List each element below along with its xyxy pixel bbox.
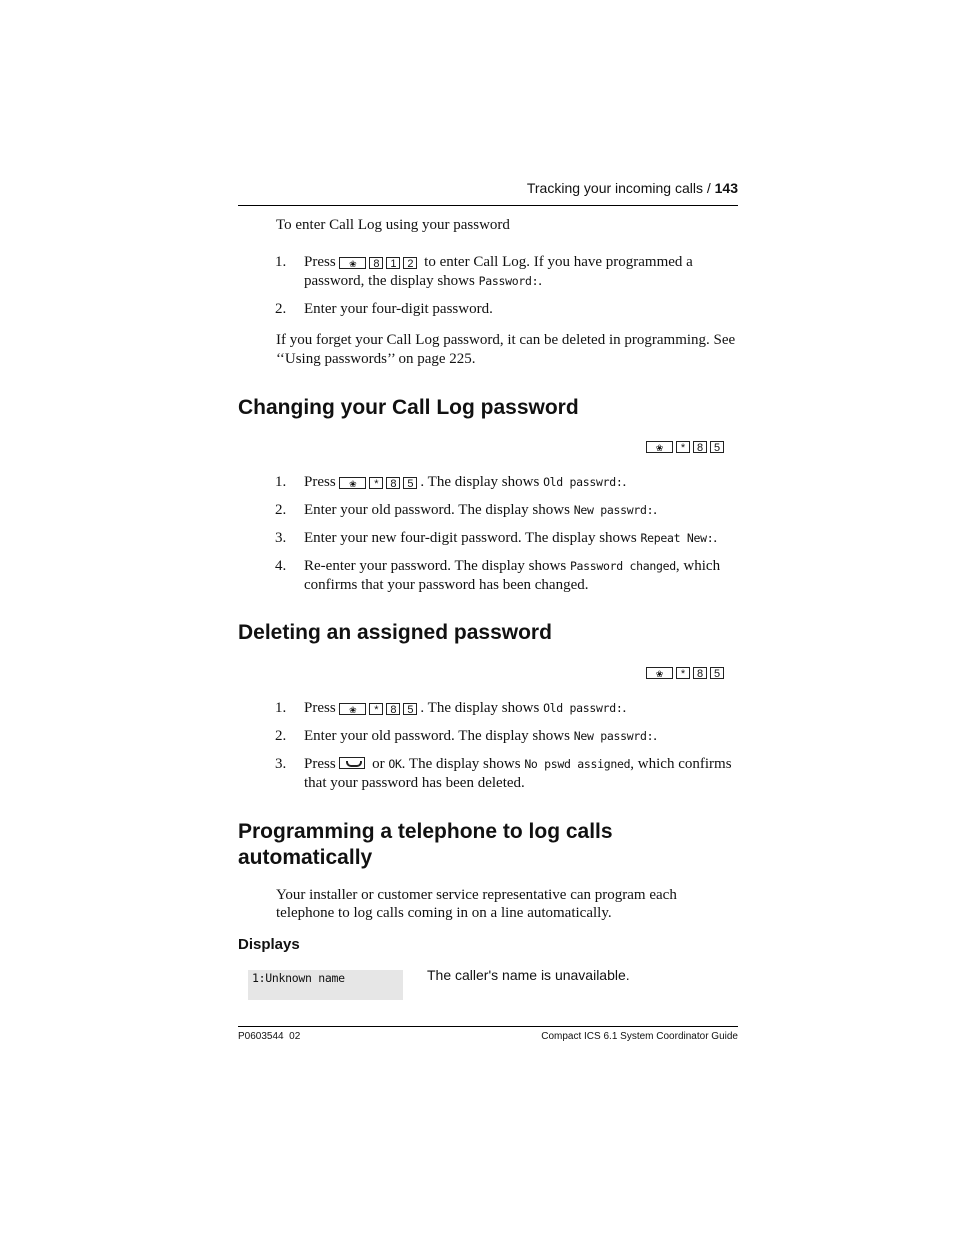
punctuation: . xyxy=(538,273,542,289)
key-8: 8 xyxy=(386,703,401,716)
running-header: Tracking your incoming calls / 143 xyxy=(238,180,738,196)
page-number: 143 xyxy=(714,180,738,196)
key-8: 8 xyxy=(693,667,707,680)
step-text: Press xyxy=(304,474,336,490)
key-5: 5 xyxy=(710,667,724,680)
key-5: 5 xyxy=(403,477,418,490)
display-description: The caller's name is unavailable. xyxy=(427,967,630,983)
change-step-1: 1. Press ❀ * 8 5. The display shows Old pas… xyxy=(275,473,745,492)
star-key: * xyxy=(369,703,384,716)
step-number: 1. xyxy=(275,700,287,716)
feature-key-icon: ❀ xyxy=(339,257,367,269)
step-text: Enter your old password. The display sho… xyxy=(304,728,570,744)
ok-softkey-label: OK xyxy=(388,757,402,771)
feature-key-icon: ❀ xyxy=(339,703,367,715)
change-step-3: 3. Enter your new four-digit password. T… xyxy=(275,529,745,548)
key-8: 8 xyxy=(369,257,384,270)
key-1: 1 xyxy=(386,257,401,270)
key-5: 5 xyxy=(710,441,724,454)
punctuation: . xyxy=(653,728,657,744)
display-text: Password: xyxy=(478,274,539,288)
key-2: 2 xyxy=(403,257,418,270)
heading-changing-password: Changing your Call Log password xyxy=(238,396,579,419)
intro-title: To enter Call Log using your password xyxy=(276,217,510,233)
display-text: No pswd assigned xyxy=(524,757,631,771)
star-key: * xyxy=(676,667,690,680)
step-text: Press xyxy=(304,254,336,270)
display-text: New passwrd: xyxy=(573,729,654,743)
delete-step-2: 2. Enter your old password. The display … xyxy=(275,727,745,746)
key-8: 8 xyxy=(386,477,401,490)
step-number: 2. xyxy=(275,301,287,317)
header-rule xyxy=(238,205,738,206)
step-text: Press xyxy=(304,756,336,772)
star-key: * xyxy=(676,441,690,454)
guide-title: Compact ICS 6.1 System Coordinator Guide xyxy=(541,1031,738,1042)
punctuation: . xyxy=(653,502,657,518)
handsfree-key-icon xyxy=(339,757,366,769)
punctuation: . xyxy=(622,700,627,716)
step-text: Re-enter your password. The display show… xyxy=(304,558,567,574)
step-text: . The display shows xyxy=(401,756,521,772)
star-key: * xyxy=(369,477,384,490)
step-number: 3. xyxy=(275,530,287,546)
section-title: Tracking your incoming calls / xyxy=(526,180,711,196)
lcd-display-sample: 1:Unknown name xyxy=(248,970,403,1000)
feature-key-icon: ❀ xyxy=(339,477,367,489)
heading-deleting-password: Deleting an assigned password xyxy=(238,621,552,644)
display-text: Old passwrd: xyxy=(543,475,623,489)
intro-note: If you forget your Call Log password, it… xyxy=(276,332,736,367)
auto-logging-paragraph: Your installer or customer service repre… xyxy=(276,887,677,921)
key-sequence: ❀ * 8 5 xyxy=(646,663,727,681)
intro-step-2: 2. Enter your four-digit password. xyxy=(275,300,745,319)
key-5: 5 xyxy=(403,703,418,716)
step-number: 1. xyxy=(275,474,287,490)
display-text: Password changed xyxy=(569,559,676,573)
step-text: Enter your new four-digit password. The … xyxy=(304,530,637,546)
step-text: Enter your old password. The display sho… xyxy=(304,502,570,518)
change-step-4: 4. Re-enter your password. The display s… xyxy=(275,557,745,595)
change-step-2: 2. Enter your old password. The display … xyxy=(275,501,745,520)
step-number: 4. xyxy=(275,558,287,574)
step-text: Enter your four-digit password. xyxy=(304,301,493,317)
step-number: 3. xyxy=(275,756,287,772)
step-number: 1. xyxy=(275,254,287,270)
feature-key-icon: ❀ xyxy=(646,667,673,679)
displays-subheading: Displays xyxy=(238,936,300,953)
delete-step-1: 1. Press ❀ * 8 5. The display shows Old pas… xyxy=(275,699,745,718)
step-text: Press xyxy=(304,700,336,716)
punctuation: . xyxy=(622,474,627,490)
display-text: New passwrd: xyxy=(573,503,654,517)
display-text: Old passwrd: xyxy=(543,701,623,715)
key-sequence: ❀ * 8 5 xyxy=(646,437,727,455)
step-number: 2. xyxy=(275,728,287,744)
step-text: . The display shows xyxy=(420,700,540,716)
document-number: P0603544 02 xyxy=(238,1031,301,1042)
punctuation: . xyxy=(713,530,718,546)
step-number: 2. xyxy=(275,502,287,518)
delete-step-3: 3. Press or OK. The display shows No psw… xyxy=(275,755,745,793)
feature-key-icon: ❀ xyxy=(646,441,673,453)
intro-step-1: 1. Press ❀ 8 1 2 to enter Call Log. If you … xyxy=(275,253,745,291)
lcd-text: 1:Unknown name xyxy=(252,971,345,985)
display-text: Repeat New: xyxy=(640,531,714,545)
footer-rule xyxy=(238,1026,738,1027)
key-8: 8 xyxy=(693,441,707,454)
step-text: . The display shows xyxy=(420,474,540,490)
heading-auto-logging: Programming a telephone to log calls aut… xyxy=(238,820,613,869)
step-text: or xyxy=(372,756,385,772)
